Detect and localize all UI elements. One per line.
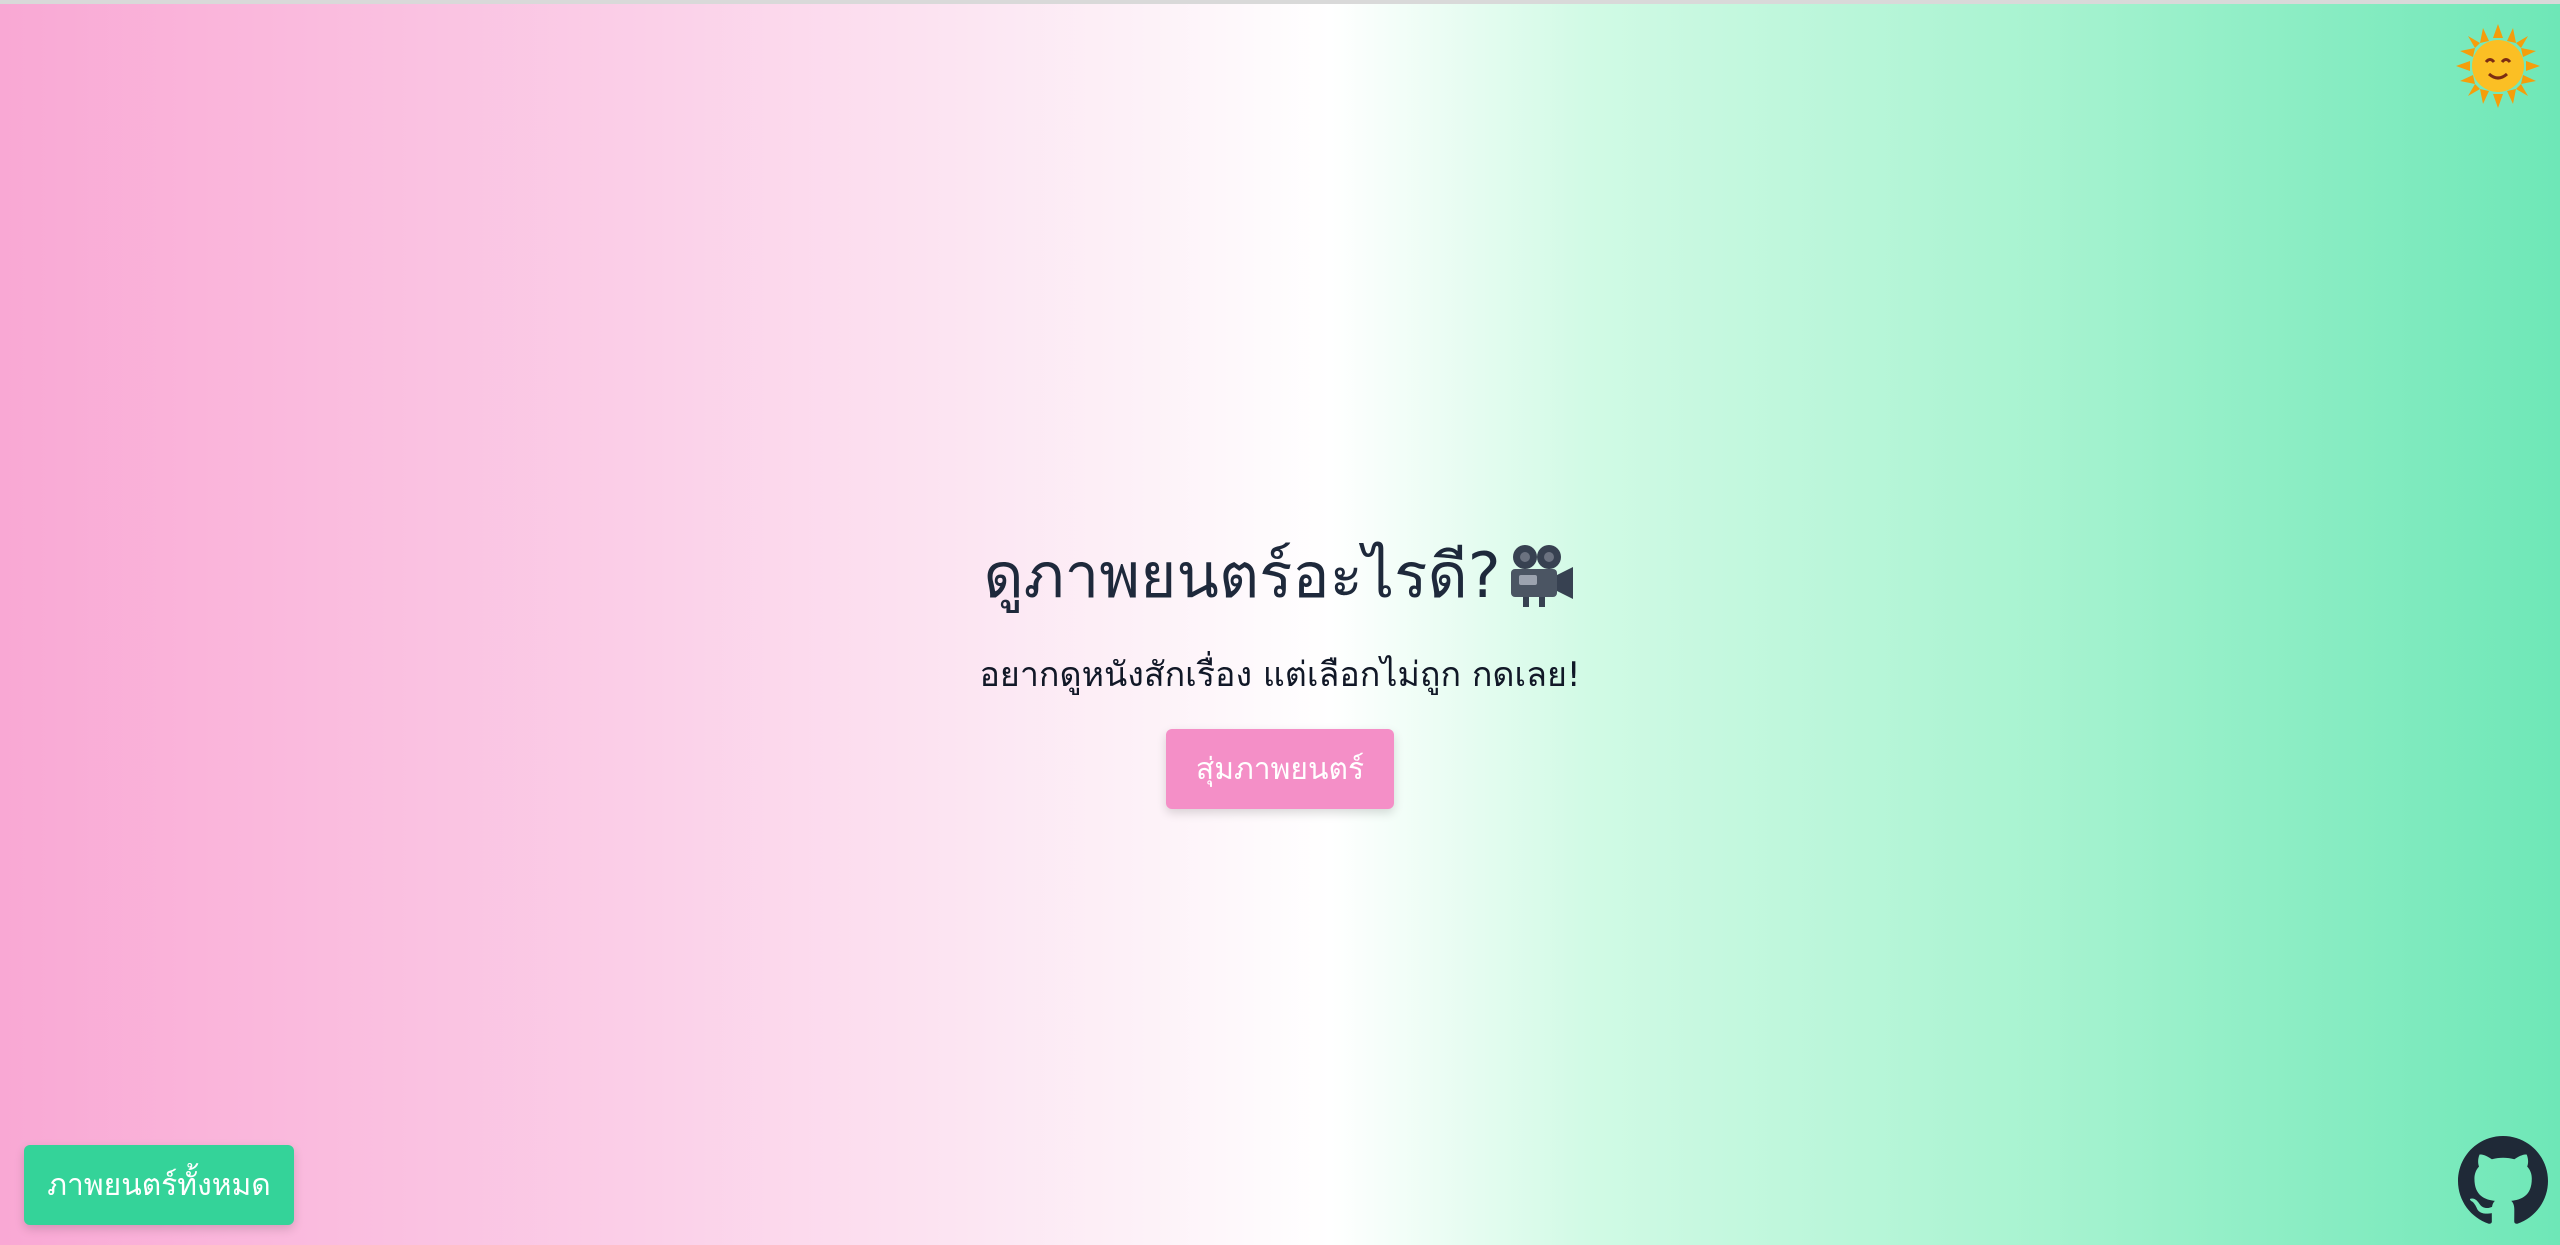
theme-toggle-button[interactable] (2456, 24, 2540, 108)
sun-icon (2456, 24, 2540, 108)
page-title: ดูภาพยนตร์อะไรดี? (983, 539, 1501, 612)
random-movie-button[interactable]: สุ่มภาพยนตร์ (1166, 729, 1394, 809)
page-subtitle: อยากดูหนังสักเรื่อง แต่เลือกไม่ถูก กดเลย… (979, 655, 1581, 695)
all-movies-button[interactable]: ภาพยนตร์ทั้งหมด (24, 1145, 294, 1225)
page-background: ดูภาพยนตร์อะไรดี? อยากดูหนังสักเรื่อง แต… (0, 0, 2560, 1245)
page-title-wrapper: ดูภาพยนตร์อะไรดี? (983, 529, 1576, 623)
github-link[interactable] (2458, 1136, 2548, 1226)
hero-section: ดูภาพยนตร์อะไรดี? อยากดูหนังสักเรื่อง แต… (0, 529, 2560, 809)
github-icon (2458, 1136, 2548, 1224)
movie-camera-icon (1510, 545, 1573, 607)
